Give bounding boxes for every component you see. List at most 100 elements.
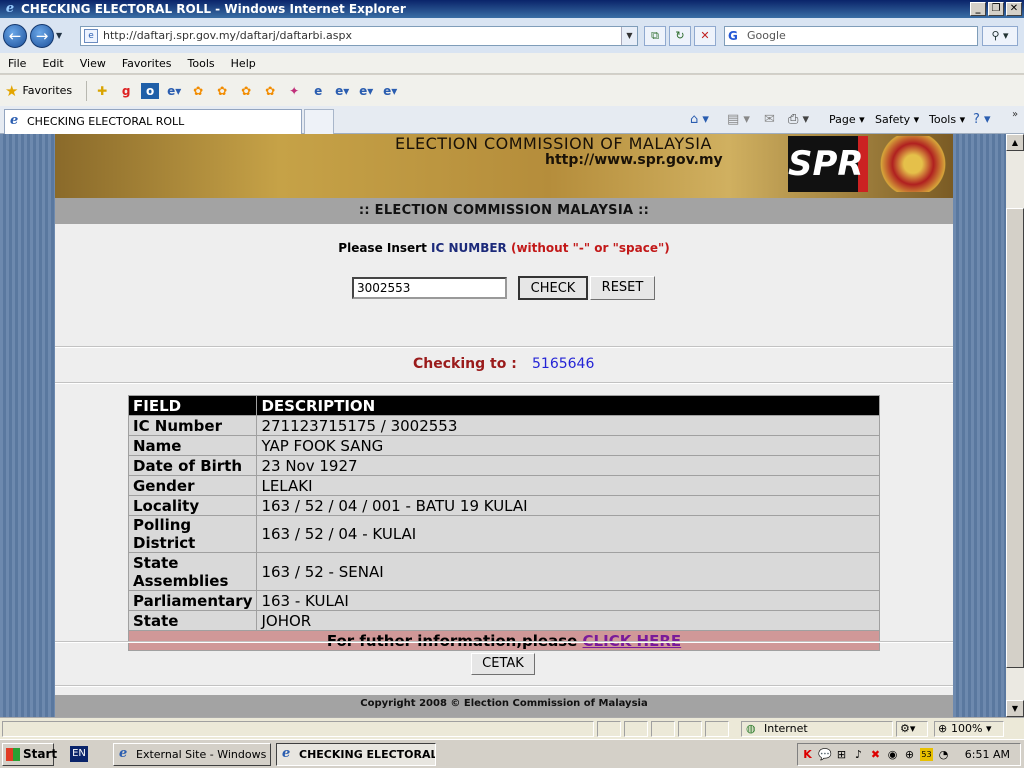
- back-button[interactable]: ←: [3, 23, 27, 48]
- safety-menu[interactable]: Safety ▾: [875, 111, 919, 129]
- app-tray-icon[interactable]: 53: [920, 748, 933, 761]
- menu-bar: File Edit View Favorites Tools Help: [0, 53, 1024, 74]
- ie-logo-icon: e: [5, 1, 15, 16]
- error-icon[interactable]: ✖: [869, 748, 882, 761]
- windows-logo-icon: [6, 748, 20, 761]
- web-slice-icon-3[interactable]: e▾: [357, 83, 375, 99]
- scroll-up-button[interactable]: ▲: [1006, 134, 1024, 151]
- table-header-row: FIELD DESCRIPTION: [127, 395, 880, 416]
- row-field: State: [127, 610, 258, 631]
- checking-value: 5165646: [532, 356, 595, 372]
- web-slice-icon-1[interactable]: e: [309, 83, 327, 99]
- update-icon[interactable]: ◉: [886, 748, 899, 761]
- address-dropdown[interactable]: ▼: [621, 27, 637, 45]
- print-icon[interactable]: ⎙ ▾: [788, 111, 809, 129]
- taskbar-item-checking-electoral[interactable]: e CHECKING ELECTORAL ...: [276, 743, 436, 766]
- menu-file[interactable]: File: [0, 57, 34, 70]
- page-menu[interactable]: Page ▾: [829, 111, 865, 129]
- home-icon[interactable]: ⌂ ▾: [690, 111, 709, 129]
- status-panel: [678, 721, 702, 737]
- start-button[interactable]: Start: [2, 743, 58, 766]
- msn-shortcut-icon-3[interactable]: ✿: [237, 83, 255, 99]
- taskbar-item-label: External Site - Windows ...: [136, 748, 271, 761]
- navigation-bar: ← → ▼ e http://daftarj.spr.gov.my/daftar…: [0, 18, 1024, 53]
- network-icon[interactable]: ⊞: [835, 748, 848, 761]
- nbc-shortcut-icon[interactable]: ✦: [285, 83, 303, 99]
- print-button[interactable]: CETAK: [471, 653, 535, 675]
- divider: [55, 685, 953, 687]
- msn-shortcut-icon-4[interactable]: ✿: [261, 83, 279, 99]
- instruction-suffix: (without "-" or "space"): [506, 241, 670, 255]
- add-favorite-icon[interactable]: ✚: [93, 83, 111, 99]
- divider: [55, 641, 953, 643]
- zoom-level[interactable]: ⊕ 100% ▾: [934, 721, 1004, 737]
- outlook-shortcut-icon[interactable]: o: [141, 82, 160, 99]
- spr-banner: ELECTION COMMISSION OF MALAYSIA http://w…: [55, 134, 953, 198]
- row-field: Name: [127, 435, 258, 456]
- ie-taskbar-icon: e: [282, 746, 291, 761]
- feeds-icon[interactable]: ▤ ▾: [727, 111, 750, 129]
- minimize-button[interactable]: _: [970, 2, 986, 16]
- forward-button[interactable]: →: [30, 23, 54, 48]
- ie-shortcut-icon[interactable]: e▾: [165, 83, 183, 99]
- protected-mode-icon[interactable]: ⚙▾: [896, 721, 928, 737]
- table-row: IC Number 271123715175 / 3002553: [127, 415, 880, 436]
- tab-checking-electoral-roll[interactable]: e CHECKING ELECTORAL ROLL: [4, 109, 302, 134]
- clock[interactable]: 6:51 AM: [965, 744, 1010, 765]
- antivirus-icon[interactable]: K: [801, 748, 814, 761]
- messenger-icon[interactable]: 💬: [818, 748, 832, 761]
- reset-button[interactable]: RESET: [590, 276, 655, 300]
- tools-menu-label: Tools: [929, 113, 957, 126]
- checking-label: Checking to :: [413, 356, 517, 372]
- new-tab-button[interactable]: [304, 109, 334, 134]
- scroll-thumb[interactable]: [1006, 208, 1024, 668]
- address-bar[interactable]: e http://daftarj.spr.gov.my/daftarj/daft…: [80, 26, 638, 46]
- favorites-button[interactable]: Favorites: [22, 84, 72, 97]
- help-icon[interactable]: ? ▾: [973, 111, 991, 129]
- google-shortcut-icon[interactable]: g: [117, 83, 135, 99]
- table-row: Gender LELAKI: [127, 475, 880, 496]
- search-button[interactable]: ⚲ ▾: [982, 26, 1018, 46]
- chevron-more-icon[interactable]: »: [1012, 106, 1018, 124]
- vertical-scrollbar[interactable]: ▲ ▼: [1006, 134, 1024, 717]
- close-button[interactable]: ✕: [1006, 2, 1022, 16]
- volume-icon[interactable]: ♪: [852, 748, 865, 761]
- taskbar-item-external-site[interactable]: e External Site - Windows ...: [113, 743, 271, 766]
- favorites-star-icon[interactable]: ★: [5, 82, 18, 100]
- check-button[interactable]: CHECK: [518, 276, 588, 300]
- recent-pages-dropdown[interactable]: ▼: [56, 31, 66, 40]
- msn-shortcut-icon-1[interactable]: ✿: [189, 83, 207, 99]
- language-indicator[interactable]: EN: [70, 746, 88, 762]
- security-zone[interactable]: ◍ Internet: [741, 721, 893, 737]
- scroll-down-button[interactable]: ▼: [1006, 700, 1024, 717]
- coat-of-arms-icon: [877, 136, 949, 192]
- menu-tools[interactable]: Tools: [180, 57, 223, 70]
- ie-taskbar-icon: e: [119, 746, 128, 761]
- table-row: Name YAP FOOK SANG: [127, 435, 880, 456]
- menu-view[interactable]: View: [72, 57, 114, 70]
- web-slice-icon-2[interactable]: e▾: [333, 83, 351, 99]
- clock-tray-icon[interactable]: ◔: [937, 748, 950, 761]
- start-label: Start: [23, 747, 58, 761]
- instruction-ic: IC NUMBER: [431, 241, 507, 255]
- table-row: Polling District 163 / 52 / 04 - KULAI: [127, 515, 880, 553]
- search-input[interactable]: G Google: [724, 26, 978, 46]
- taskbar: Start EN e External Site - Windows ... e…: [0, 739, 1024, 768]
- compatibility-icon[interactable]: ⧉: [644, 26, 666, 46]
- window-titlebar: e CHECKING ELECTORAL ROLL - Windows Inte…: [0, 0, 1024, 18]
- connection-icon[interactable]: ⊕: [903, 748, 916, 761]
- row-description: 23 Nov 1927: [256, 455, 880, 476]
- row-field: Parliamentary: [127, 590, 258, 611]
- msn-shortcut-icon-2[interactable]: ✿: [213, 83, 231, 99]
- tools-menu[interactable]: Tools ▾: [929, 111, 965, 129]
- menu-edit[interactable]: Edit: [34, 57, 71, 70]
- menu-help[interactable]: Help: [223, 57, 264, 70]
- ic-number-input[interactable]: [352, 277, 507, 299]
- refresh-button[interactable]: ↻: [669, 26, 691, 46]
- mail-icon[interactable]: ✉: [764, 111, 775, 129]
- menu-favorites[interactable]: Favorites: [114, 57, 180, 70]
- stop-button[interactable]: ✕: [694, 26, 716, 46]
- restore-button[interactable]: ❐: [988, 2, 1004, 16]
- banner-url: http://www.spr.gov.my: [545, 152, 723, 168]
- web-slice-icon-4[interactable]: e▾: [381, 83, 399, 99]
